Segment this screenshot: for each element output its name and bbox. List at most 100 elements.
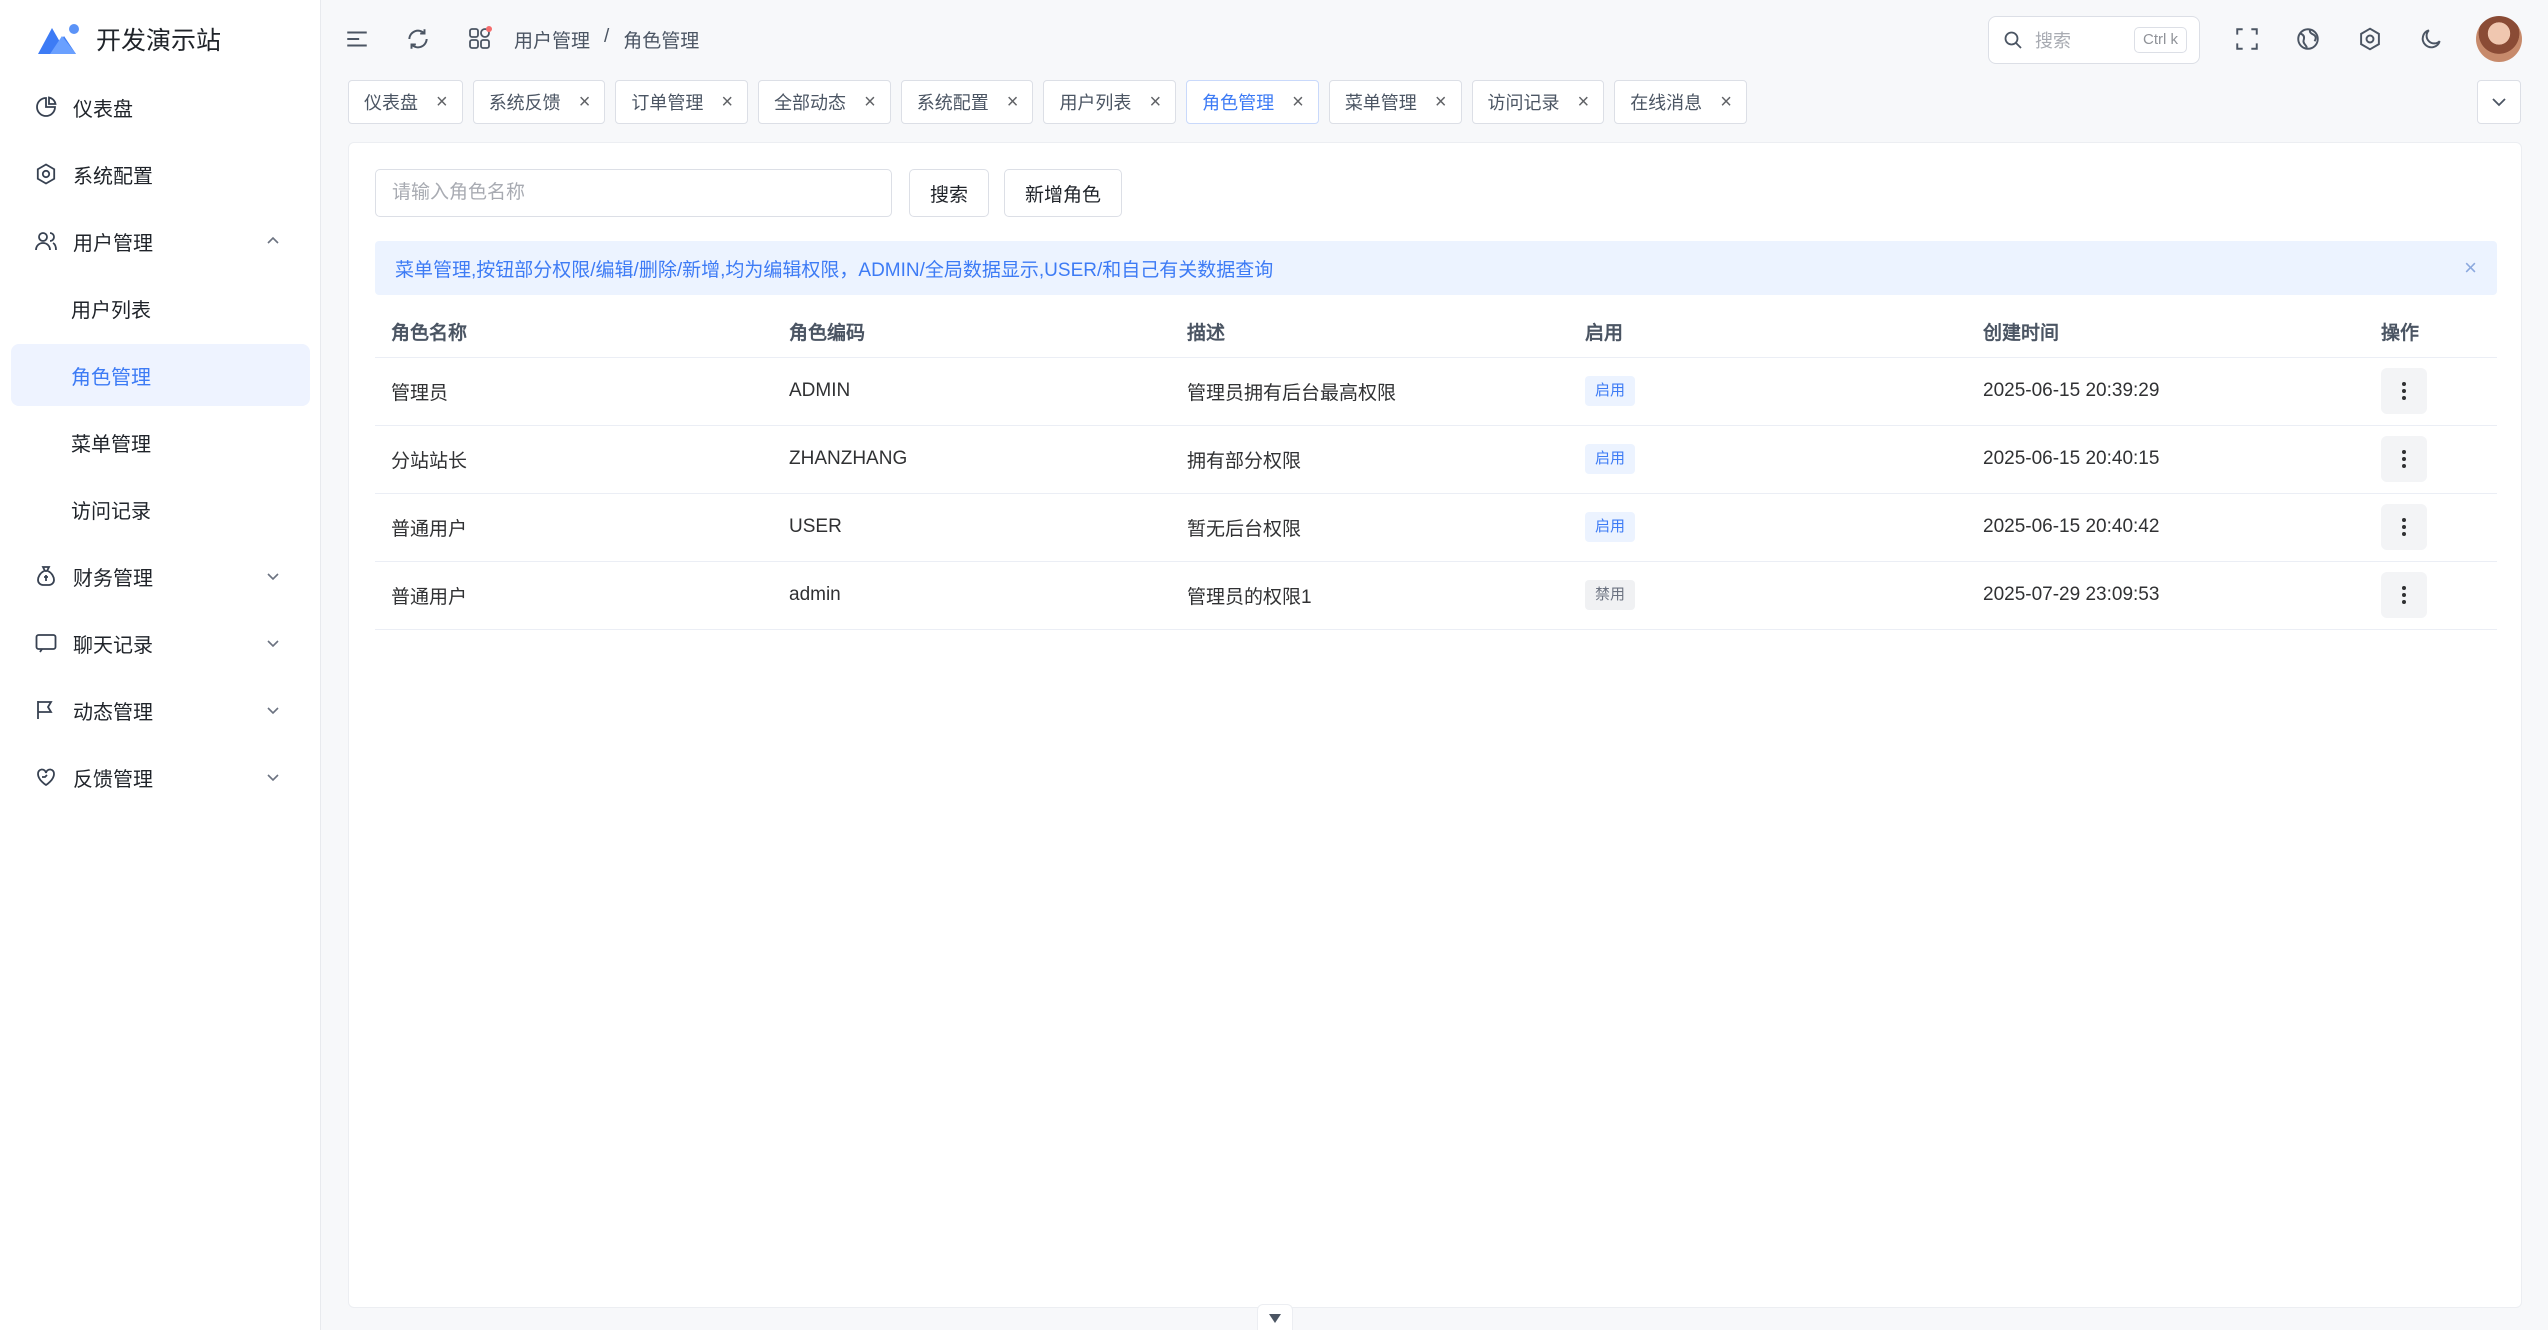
tab-label: 菜单管理 [1344, 93, 1417, 113]
more-vertical-icon [2402, 586, 2406, 604]
status-badge: 启用 [1585, 376, 1636, 406]
sidebar-item-label: 角色管理 [71, 366, 151, 389]
sidebar-item-access-log[interactable]: 访问记录 [11, 478, 310, 540]
more-actions-button[interactable] [2381, 572, 2427, 618]
tab-user-list[interactable]: 用户列表 × [1043, 80, 1177, 124]
search-shortcut: Ctrl k [2134, 27, 2187, 53]
search-placeholder: 搜索 [2035, 31, 2071, 51]
close-icon[interactable]: × [1720, 91, 1732, 114]
app-logo[interactable]: 开发演示站 [36, 18, 221, 60]
table-row: 普通用户 USER 暂无后台权限 启用 2025-06-15 20:40:42 [375, 493, 2497, 562]
add-role-button[interactable]: 新增角色 [1004, 169, 1123, 217]
language-icon[interactable] [2293, 24, 2323, 54]
status-badge: 禁用 [1585, 580, 1636, 610]
role-name-input[interactable] [375, 169, 892, 217]
sidebar-item-label: 聊天记录 [73, 634, 153, 657]
table-row: 普通用户 admin 管理员的权限1 禁用 2025-07-29 23:09:5… [375, 561, 2497, 630]
sidebar-item-user-management[interactable]: 用户管理 [11, 210, 310, 272]
tabs-more-button[interactable] [2477, 80, 2521, 124]
close-icon[interactable]: × [864, 91, 876, 114]
column-header: 创建时间 [1967, 307, 2365, 358]
tabs-bar: 仪表盘 × 系统反馈 × 订单管理 × 全部动态 × 系统配置 × 用户列表 × 角色管理 ×… [348, 80, 1747, 124]
more-actions-button[interactable] [2381, 368, 2427, 414]
close-icon[interactable]: × [2464, 257, 2477, 279]
chevron-down-icon [267, 640, 279, 648]
sidebar-menu: 仪表盘 系统配置 用户管理 用户列表 角色管理 菜单管理 访问记录 财务管理 聊… [0, 76, 321, 813]
sidebar-item-label: 财务管理 [73, 567, 153, 590]
more-vertical-icon [2402, 450, 2406, 468]
search-button[interactable]: 搜索 [909, 169, 990, 217]
role-desc: 管理员的权限1 [1171, 561, 1569, 630]
close-icon[interactable]: × [1292, 91, 1304, 114]
users-icon [33, 228, 59, 254]
created-time: 2025-06-15 20:40:42 [1967, 493, 2365, 562]
sidebar-item-dashboard[interactable]: 仪表盘 [11, 76, 310, 138]
sidebar-item-label: 动态管理 [73, 701, 153, 724]
scroll-down-button[interactable] [1257, 1304, 1293, 1330]
close-icon[interactable]: × [579, 91, 591, 114]
sidebar-item-label: 菜单管理 [71, 433, 151, 456]
tab-system-feedback[interactable]: 系统反馈 × [472, 80, 606, 124]
sidebar-item-label: 系统配置 [73, 165, 153, 188]
sidebar-item-role-management[interactable]: 角色管理 [11, 344, 310, 406]
close-icon[interactable]: × [1435, 91, 1447, 114]
notification-dot [486, 26, 492, 32]
tab-menu-management[interactable]: 菜单管理 × [1328, 80, 1462, 124]
close-icon[interactable]: × [1007, 91, 1019, 114]
close-icon[interactable]: × [721, 91, 733, 114]
sidebar-item-system-config[interactable]: 系统配置 [11, 143, 310, 205]
tab-orders[interactable]: 订单管理 × [615, 80, 749, 124]
role-name: 管理员 [375, 357, 773, 426]
close-icon[interactable]: × [1149, 91, 1161, 114]
roles-table: 角色名称 角色编码 描述 启用 创建时间 操作 管理员 ADMIN 管理员拥有后… [375, 307, 2497, 630]
tab-online-messages[interactable]: 在线消息 × [1614, 80, 1747, 124]
sidebar-item-moments[interactable]: 动态管理 [11, 679, 310, 741]
close-icon[interactable]: × [1578, 91, 1590, 114]
sidebar-item-label: 用户列表 [71, 299, 151, 322]
settings-icon[interactable] [2355, 24, 2385, 54]
breadcrumb-separator: / [604, 26, 610, 47]
tab-role-management[interactable]: 角色管理 × [1186, 80, 1319, 124]
sidebar-item-finance[interactable]: 财务管理 [11, 545, 310, 607]
money-bag-icon [33, 563, 59, 589]
chevron-down-icon [267, 573, 279, 581]
topbar: 用户管理 / 角色管理 搜索 Ctrl k [322, 0, 2548, 80]
sidebar-item-feedback[interactable]: 反馈管理 [11, 746, 310, 808]
role-code: ADMIN [773, 357, 1171, 426]
column-header: 角色名称 [375, 307, 773, 358]
alert-text: 菜单管理,按钮部分权限/编辑/删除/新增,均为编辑权限，ADMIN/全局数据显示… [395, 259, 1274, 281]
tab-system-config[interactable]: 系统配置 × [900, 80, 1034, 124]
sidebar-item-chat-records[interactable]: 聊天记录 [11, 612, 310, 674]
role-code: ZHANZHANG [773, 425, 1171, 494]
close-icon[interactable]: × [436, 91, 448, 114]
apps-icon[interactable] [465, 24, 495, 54]
tab-dashboard[interactable]: 仪表盘 × [348, 80, 463, 124]
refresh-icon[interactable] [403, 24, 433, 54]
sidebar-item-user-list[interactable]: 用户列表 [11, 277, 310, 339]
fullscreen-icon[interactable] [2232, 24, 2262, 54]
sidebar: 开发演示站 仪表盘 系统配置 用户管理 用户列表 角色管理 菜单管理 访问记录 … [0, 0, 321, 1330]
tab-label: 订单管理 [631, 93, 704, 113]
tab-label: 仪表盘 [364, 93, 418, 113]
sidebar-item-menu-management[interactable]: 菜单管理 [11, 411, 310, 473]
app-title: 开发演示站 [96, 27, 222, 55]
more-actions-button[interactable] [2381, 504, 2427, 550]
status-badge: 启用 [1585, 444, 1636, 474]
created-time: 2025-07-29 23:09:53 [1967, 561, 2365, 630]
more-actions-button[interactable] [2381, 436, 2427, 482]
flag-icon [33, 697, 59, 723]
chevron-down-icon [2492, 98, 2506, 107]
role-name: 分站站长 [375, 425, 773, 494]
column-header: 描述 [1171, 307, 1569, 358]
global-search[interactable]: 搜索 Ctrl k [1988, 16, 2200, 64]
menu-fold-icon[interactable] [342, 24, 372, 54]
tab-label: 系统反馈 [488, 93, 561, 113]
dark-mode-icon[interactable] [2416, 24, 2446, 54]
tab-all-moments[interactable]: 全部动态 × [758, 80, 891, 124]
heart-hand-icon [33, 764, 59, 790]
tab-access-log[interactable]: 访问记录 × [1471, 80, 1605, 124]
column-header: 启用 [1569, 307, 1967, 358]
avatar[interactable] [2476, 16, 2522, 62]
breadcrumb-item[interactable]: 用户管理 [514, 26, 590, 53]
role-code: USER [773, 493, 1171, 562]
